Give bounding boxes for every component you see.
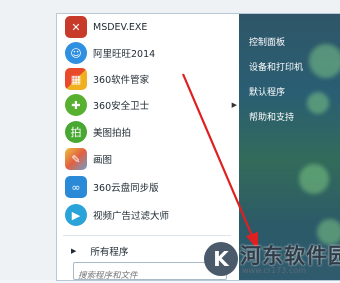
watermark-logo: K: [204, 242, 238, 276]
arrow-shaft: [181, 73, 255, 239]
watermark: K 河东软件园 www.cr173.com: [204, 238, 340, 280]
watermark-url: www.cr173.com: [242, 266, 307, 275]
